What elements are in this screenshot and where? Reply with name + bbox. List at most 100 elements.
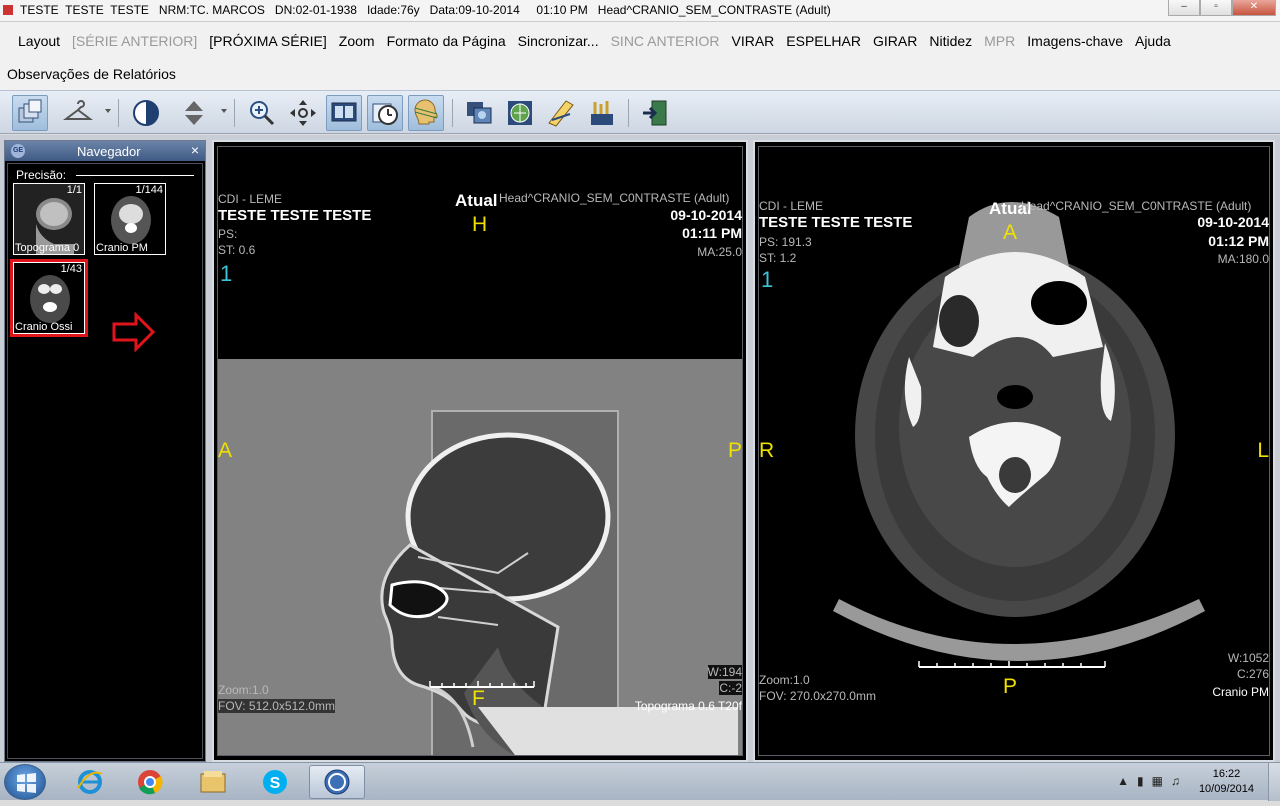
orientation-right: P xyxy=(727,439,742,462)
institution-text: CDI - LEME xyxy=(218,192,283,206)
window-center: C:276 xyxy=(1236,667,1269,681)
maximize-button[interactable]: ▫ xyxy=(1200,0,1232,16)
annotation-tools-icon[interactable] xyxy=(584,95,620,131)
window-titlebar: TESTE TESTE TESTE NRM:TC. MARCOS DN:02-0… xyxy=(0,0,1280,22)
navigator-body: Precisão: 1/1 Topograma 0 1/144 Cranio P… xyxy=(7,163,203,759)
menu-item-layout[interactable]: Layout xyxy=(12,33,66,49)
menu-item-zoom[interactable]: Zoom xyxy=(333,33,381,49)
measure-icon[interactable] xyxy=(543,95,579,131)
series-label: Cranio PM xyxy=(1212,685,1269,699)
precision-label: Precisão: xyxy=(16,168,67,182)
menu-item-sincronizar[interactable]: Sincronizar... xyxy=(512,33,605,49)
zoom-icon[interactable] xyxy=(244,95,280,131)
viewport-left[interactable]: CDI - LEME TESTE TESTE TESTE PS: ST: 0.6… xyxy=(212,140,748,762)
image-number: 1 xyxy=(220,261,233,286)
hanger-icon[interactable] xyxy=(60,95,96,131)
exit-icon[interactable] xyxy=(637,95,673,131)
menu-item-imagens-chave[interactable]: Imagens-chave xyxy=(1021,33,1129,49)
clock-time: 16:22 xyxy=(1212,768,1241,780)
pan-icon[interactable] xyxy=(285,95,321,131)
minimize-button[interactable]: – xyxy=(1168,0,1200,16)
monitor-layout-icon[interactable] xyxy=(326,95,362,131)
globe-export-icon[interactable] xyxy=(502,95,538,131)
orientation-bottom: P xyxy=(1003,675,1018,698)
volume-icon[interactable]: ♫ xyxy=(1171,774,1180,788)
series-description: Head^CRANIO_SEM_C0NTRASTE (Adult) xyxy=(499,191,730,205)
menu-item-formato-da-p-gina[interactable]: Formato da Página xyxy=(381,33,512,49)
viewport-right[interactable]: CDI - LEME TESTE TESTE TESTE PS: 191.3 S… xyxy=(753,140,1275,762)
battery-icon[interactable]: ▮ xyxy=(1137,774,1144,788)
series-thumbnail-cranio-pm[interactable]: 1/144 Cranio PM xyxy=(94,183,166,255)
menu-item-mpr: MPR xyxy=(984,33,1016,49)
chrome-icon[interactable] xyxy=(122,765,178,799)
series-thumbnail-topograma[interactable]: 1/1 Topograma 0 xyxy=(13,183,85,255)
image-number: 1 xyxy=(761,267,774,292)
stopwatch-icon[interactable] xyxy=(367,95,403,131)
series-thumbnail-cranio-osso[interactable]: 1/43 Cranio Ossi xyxy=(10,259,88,337)
study-date: 09-10-2014 xyxy=(1197,214,1269,230)
menu-item-nitidez[interactable]: Nitidez xyxy=(923,33,978,49)
start-button[interactable] xyxy=(4,764,46,800)
head-3d-icon[interactable] xyxy=(408,95,444,131)
orientation-left: R xyxy=(759,439,775,462)
atual-label: Atual xyxy=(455,191,498,210)
thumbnail-label: Cranio PM xyxy=(96,242,148,254)
orientation-right: L xyxy=(1257,439,1269,462)
orientation-top: H xyxy=(472,213,488,236)
patient-name: TESTE TESTE TESTE xyxy=(759,214,913,231)
ma-text: MA:25.0 xyxy=(697,245,742,259)
st-text: ST: 0.6 xyxy=(218,243,256,257)
thumbnail-count: 1/43 xyxy=(60,263,82,275)
scroll-dropdown-icon[interactable] xyxy=(221,109,227,113)
thumbnail-label: Topograma 0 xyxy=(15,242,80,254)
series-label: Topograma 0.6 T20f xyxy=(634,699,742,713)
study-time: 01:11 PM xyxy=(682,225,742,241)
tray-expand-icon[interactable]: ▲ xyxy=(1117,774,1129,788)
study-date: 09-10-2014 xyxy=(670,207,742,223)
navigator-close-icon[interactable]: × xyxy=(191,142,199,158)
thumbnail-label: Cranio Ossi xyxy=(15,321,73,333)
clock-date: 10/09/2014 xyxy=(1198,783,1254,795)
layers-icon[interactable] xyxy=(12,95,48,131)
fov-text: FOV: 270.0x270.0mm xyxy=(759,689,876,703)
menu-item-s-rie-anterior: [SÉRIE ANTERIOR] xyxy=(72,33,198,49)
contrast-icon[interactable] xyxy=(128,95,164,131)
scroll-icon[interactable] xyxy=(176,95,212,131)
menu-item-pr-xima-s-rie[interactable]: [PRÓXIMA SÉRIE] xyxy=(203,33,332,49)
skype-icon[interactable]: S xyxy=(247,765,303,799)
ie-icon[interactable] xyxy=(62,765,118,799)
show-desktop-button[interactable] xyxy=(1268,763,1280,801)
menu-item-observa-es-de-relat-rios[interactable]: Observações de Relatórios xyxy=(1,66,182,82)
zoom-text: Zoom:1.0 xyxy=(759,673,810,687)
window-width: W:1052 xyxy=(1227,651,1269,665)
study-time: 01:12 PM xyxy=(1208,233,1269,249)
hanger-dropdown-icon[interactable] xyxy=(105,109,111,113)
red-arrow-annotation-icon xyxy=(112,311,156,357)
network-icon[interactable]: ▦ xyxy=(1152,774,1163,788)
ge-app-icon[interactable] xyxy=(309,765,365,799)
institution-text: CDI - LEME xyxy=(759,199,824,213)
svg-text:S: S xyxy=(270,775,281,792)
navigator-title: Navegador xyxy=(77,144,141,159)
system-tray: ▲ ▮ ▦ ♫ xyxy=(1117,774,1180,788)
orientation-top: A xyxy=(1003,221,1018,244)
zoom-text: Zoom:1.0 xyxy=(218,683,269,697)
explorer-icon[interactable] xyxy=(185,765,241,799)
st-text: ST: 1.2 xyxy=(759,251,797,265)
close-button[interactable]: ✕ xyxy=(1232,0,1276,16)
topogram-image xyxy=(218,359,742,755)
menu-item-ajuda[interactable]: Ajuda xyxy=(1129,33,1177,49)
ge-logo-icon: GE xyxy=(11,144,25,158)
orientation-left: A xyxy=(218,439,233,462)
thumbnail-count: 1/1 xyxy=(66,184,82,196)
ps-text: PS: 191.3 xyxy=(759,235,812,249)
series-description: Head^CRANIO_SEM_C0NTRASTE (Adult) xyxy=(1021,199,1252,213)
toolbar xyxy=(0,90,1280,134)
menu-item-virar[interactable]: VIRAR xyxy=(726,33,781,49)
print-series-icon[interactable] xyxy=(461,95,497,131)
window-title: TESTE TESTE TESTE NRM:TC. MARCOS DN:02-0… xyxy=(20,3,831,17)
menu-item-girar[interactable]: GIRAR xyxy=(867,33,923,49)
menu-item-espelhar[interactable]: ESPELHAR xyxy=(780,33,867,49)
orientation-bottom: F xyxy=(472,687,485,710)
taskbar-clock[interactable]: 16:22 10/09/2014 xyxy=(1199,767,1254,797)
